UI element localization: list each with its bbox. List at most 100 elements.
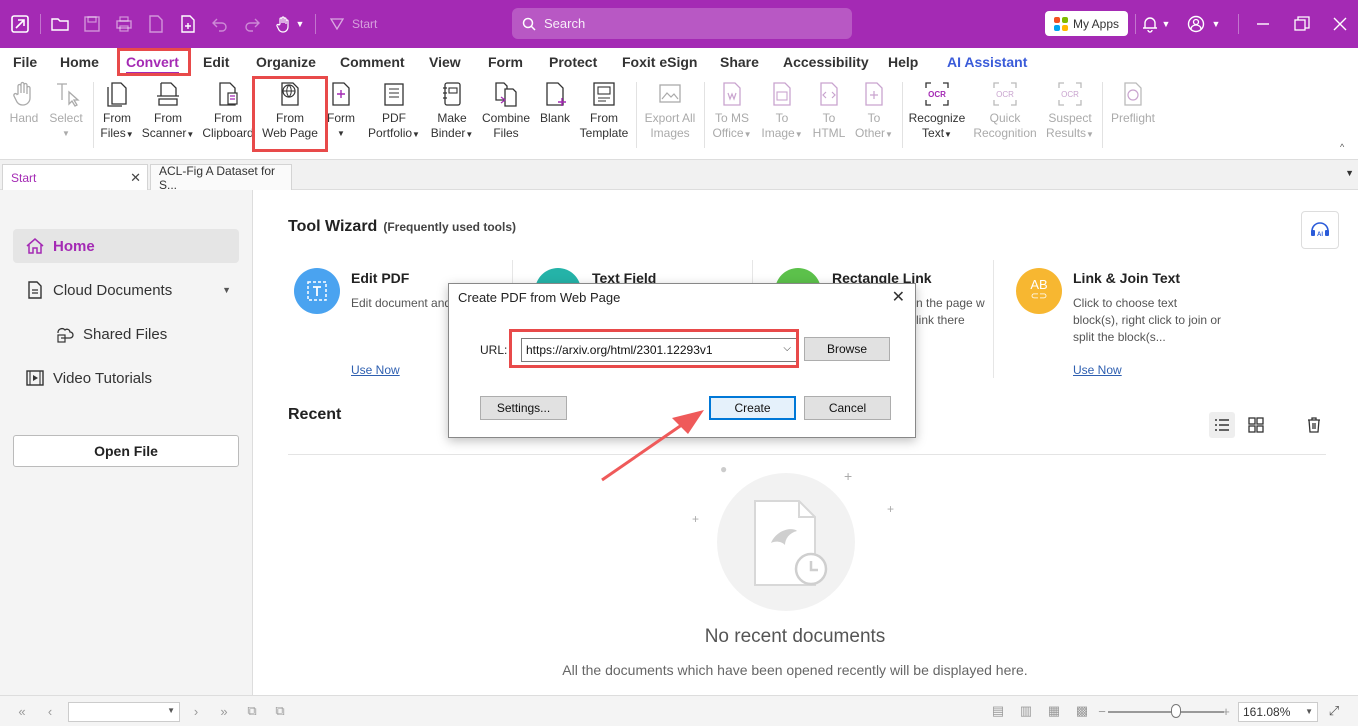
chevron-down-icon[interactable]: ▼ — [1160, 12, 1172, 36]
close-icon[interactable]: ✕ — [892, 287, 905, 307]
select-button[interactable]: Select ▼ — [48, 80, 84, 152]
to-other-line2: Other — [855, 126, 886, 140]
pdf-portfolio-button[interactable]: PDF Portfolio▼ — [364, 80, 424, 152]
combine-icon — [495, 82, 517, 107]
menu-help[interactable]: Help — [888, 54, 918, 70]
from-template-button[interactable]: From Template — [578, 80, 630, 152]
my-apps-label: My Apps — [1072, 16, 1120, 31]
menu-edit[interactable]: Edit — [203, 54, 229, 70]
next-view-icon[interactable]: ⧉ — [272, 703, 288, 719]
bell-icon[interactable] — [1138, 12, 1162, 36]
make-binder-button[interactable]: Make Binder▼ — [428, 80, 476, 152]
zoom-level-input[interactable]: 161.08% ▼ — [1238, 702, 1318, 722]
menu-home[interactable]: Home — [60, 54, 99, 70]
close-icon[interactable] — [1328, 12, 1352, 36]
ai-assistant-icon[interactable]: AI — [1301, 211, 1339, 249]
restore-icon[interactable] — [1290, 12, 1314, 36]
search-box[interactable]: Search — [512, 8, 852, 39]
minimize-icon[interactable] — [1251, 12, 1275, 36]
tab-list-dropdown-icon[interactable]: ▼ — [1345, 168, 1354, 178]
account-icon[interactable] — [1184, 12, 1208, 36]
to-other-button[interactable]: To Other▼ — [852, 80, 896, 152]
previous-view-icon[interactable]: ⧉ — [244, 703, 260, 719]
create-button[interactable]: Create — [709, 396, 796, 420]
settings-button[interactable]: Settings... — [480, 396, 567, 420]
menu-file[interactable]: File — [13, 54, 37, 70]
from-scanner-button[interactable]: From Scanner▼ — [140, 80, 196, 152]
chevron-down-icon[interactable]: ▼ — [222, 285, 231, 295]
recognize-text-button[interactable]: OCR Recognize Text▼ — [906, 80, 968, 152]
redo-icon[interactable] — [240, 12, 264, 36]
hand-button[interactable]: Hand — [8, 80, 40, 152]
blank-button[interactable]: Blank — [538, 80, 572, 152]
browse-button[interactable]: Browse — [804, 337, 890, 361]
menu-share[interactable]: Share — [720, 54, 759, 70]
from-clipboard-button[interactable]: From Clipboard — [200, 80, 256, 152]
menu-view[interactable]: View — [429, 54, 461, 70]
grid-view-icon[interactable] — [1248, 417, 1264, 436]
quick-start-dropdown[interactable]: Start — [330, 13, 377, 35]
to-ms-office-button[interactable]: To MS Office▼ — [710, 80, 754, 152]
sidebar-item-shared-files[interactable]: Shared Files — [13, 317, 239, 351]
last-page-icon[interactable]: » — [216, 703, 232, 719]
from-files-button[interactable]: From Files▼ — [98, 80, 136, 152]
menu-protect[interactable]: Protect — [549, 54, 597, 70]
zoom-slider[interactable] — [1108, 711, 1224, 713]
print-icon[interactable] — [112, 12, 136, 36]
export-all-images-button[interactable]: Export All Images — [642, 80, 698, 152]
my-apps-button[interactable]: My Apps — [1045, 11, 1128, 36]
undo-icon[interactable] — [208, 12, 232, 36]
scrollbar[interactable] — [1346, 192, 1354, 692]
menu-foxit-esign[interactable]: Foxit eSign — [622, 54, 697, 70]
previous-page-icon[interactable]: ‹ — [42, 703, 58, 719]
preflight-button[interactable]: Preflight — [1108, 80, 1158, 152]
sidebar-shared-files-label: Shared Files — [83, 325, 168, 343]
save-icon[interactable] — [80, 12, 104, 36]
collapse-ribbon-icon[interactable]: ^ — [1340, 142, 1344, 152]
chevron-down-icon: ▼ — [1305, 707, 1313, 716]
open-folder-icon[interactable] — [48, 12, 72, 36]
menu-accessibility[interactable]: Accessibility — [783, 54, 869, 70]
next-page-icon[interactable]: › — [188, 703, 204, 719]
tab-acl-fig[interactable]: ACL-Fig A Dataset for S... — [150, 164, 292, 192]
to-html-button[interactable]: To HTML — [810, 80, 848, 152]
sidebar-item-video-tutorials[interactable]: Video Tutorials — [13, 361, 239, 395]
open-file-button[interactable]: Open File — [13, 435, 239, 467]
form-button[interactable]: Form ▼ — [326, 80, 356, 152]
to-image-button[interactable]: To Image▼ — [760, 80, 804, 152]
chevron-down-icon[interactable]: ▼ — [1210, 12, 1222, 36]
page-number-input[interactable]: ▼ — [68, 702, 180, 722]
zoom-slider-handle[interactable] — [1171, 704, 1181, 718]
zoom-in-icon[interactable]: + — [1218, 703, 1234, 719]
new-document-icon[interactable] — [176, 12, 200, 36]
menu-organize[interactable]: Organize — [256, 54, 316, 70]
first-page-icon[interactable]: « — [14, 703, 30, 719]
properties-icon[interactable] — [144, 12, 168, 36]
hand-tool-icon[interactable] — [272, 12, 296, 36]
continuous-page-icon[interactable]: ▥ — [1018, 703, 1034, 719]
menu-comment[interactable]: Comment — [340, 54, 405, 70]
tab-start[interactable]: Start ✕ — [2, 164, 148, 190]
use-now-link[interactable]: Use Now — [351, 363, 400, 377]
single-page-icon[interactable]: ▤ — [990, 703, 1006, 719]
chevron-down-icon[interactable]: ▼ — [294, 12, 306, 36]
quick-recognition-button[interactable]: OCR Quick Recognition — [972, 80, 1038, 152]
foxit-logo-icon — [8, 12, 32, 36]
fullscreen-icon[interactable]: ⤢ — [1326, 703, 1342, 719]
use-now-link[interactable]: Use Now — [1073, 363, 1122, 377]
from-clipboard-line2: Clipboard — [202, 126, 254, 140]
cancel-button[interactable]: Cancel — [804, 396, 891, 420]
hand-label: Hand — [9, 111, 39, 125]
sidebar-item-home[interactable]: Home — [13, 229, 239, 263]
combine-files-button[interactable]: Combine Files — [480, 80, 532, 152]
menu-ai-assistant[interactable]: AI Assistant — [947, 54, 1027, 70]
continuous-facing-icon[interactable]: ▩ — [1074, 703, 1090, 719]
menu-form[interactable]: Form — [488, 54, 523, 70]
list-view-icon[interactable] — [1209, 412, 1235, 438]
sidebar-item-cloud-documents[interactable]: Cloud Documents ▼ — [13, 273, 239, 307]
tool-link-join-text[interactable]: AB ⊂⊃ Link & Join Text Click to choose te… — [1016, 268, 1246, 388]
suspect-results-button[interactable]: OCR Suspect Results▼ — [1042, 80, 1098, 152]
close-tab-icon[interactable]: ✕ — [130, 170, 141, 186]
trash-icon[interactable] — [1306, 417, 1322, 436]
facing-page-icon[interactable]: ▦ — [1046, 703, 1062, 719]
